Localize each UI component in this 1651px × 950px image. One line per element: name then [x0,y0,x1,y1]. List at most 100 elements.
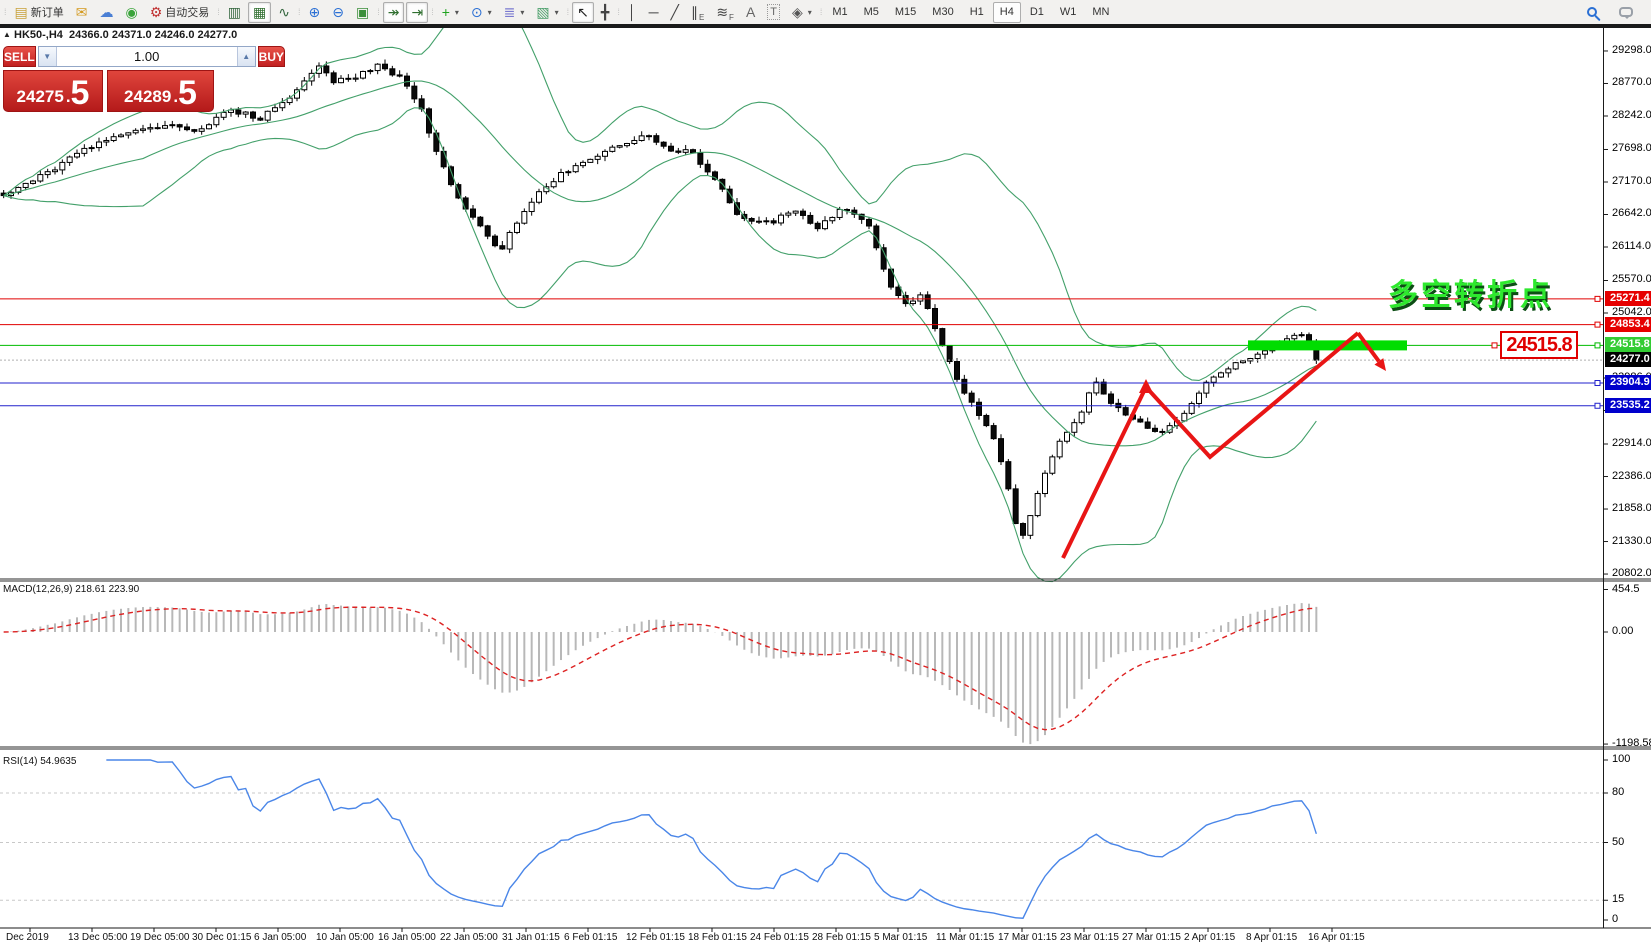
channel-icon-sub: E [698,12,705,22]
arrows-button[interactable]: ◈ ▾ [787,2,817,23]
channel-icon: ∥ [690,4,698,20]
price-axis-tick: 21858.0 [1612,502,1651,515]
line-chart-button[interactable]: ∿ [273,2,295,23]
zoom-in-icon: ⊕ [308,4,321,20]
rsi-indicator-label: RSI(14) 54.9635 [3,756,76,767]
zoom-out-icon: ⊖ [332,4,344,20]
timeframe-m5[interactable]: M5 [857,2,886,23]
tile-windows-button[interactable]: ▣ [351,2,374,23]
chevron-down-icon: ▾ [554,7,559,17]
indicators-button[interactable]: ≣ ▾ [499,2,530,23]
time-axis-label: 18 Feb 01:15 [688,932,747,943]
text-button[interactable]: A [741,2,760,23]
fibonacci-icon: ≋ [716,4,729,20]
chat-button[interactable] [1614,2,1638,23]
price-axis-tick: 22386.0 [1612,469,1651,482]
time-axis-label: 5 Mar 01:15 [874,932,928,943]
rsi-axis-tick: 15 [1612,893,1625,906]
text-icon: A [745,4,756,20]
timeframe-h1[interactable]: H1 [963,2,991,23]
template-icon: ▧ [536,4,550,20]
timeframe-w1[interactable]: W1 [1053,2,1084,23]
crosshair-icon: ╋ [600,4,610,20]
fibonacci-icon-sub: F [729,12,734,22]
price-axis-tick: 28242.0 [1612,108,1651,121]
price-badge-24277.0: 24277.0 [1605,352,1651,368]
auto-trading-button[interactable]: ⚙ 自动交易 [145,2,215,23]
bars-icon: ▥ [227,4,242,20]
timeframe-m15[interactable]: M15 [888,2,923,23]
buy-button[interactable]: BUY [257,46,286,67]
chevron-down-icon: ▾ [454,7,459,17]
buy-price-int: 24289 [124,87,172,106]
periods-button[interactable]: ⊙ ▾ [466,2,497,23]
vertical-line-button[interactable]: │ [623,2,642,23]
candlestick-chart-button[interactable]: ▦ [248,1,272,23]
price-axis-tick: 20802.0 [1612,567,1651,580]
fibonacci-button[interactable]: ≋ F [711,2,739,23]
price-axis-tick: 21330.0 [1612,534,1651,547]
chat-icon [1619,7,1633,19]
toolbar-grip: ⁞ [377,7,379,17]
buy-price-display[interactable]: 24289. 5 [107,70,214,112]
timeframe-d1[interactable]: D1 [1023,2,1051,23]
auto-scroll-icon: ↠ [387,4,400,20]
search-icon [1587,7,1597,17]
chart-ohlc-header: HK50-,H4 24366.0 24371.0 24246.0 24277.0 [14,29,237,41]
toolbar-right-group [1581,2,1649,23]
timeframe-m1[interactable]: M1 [825,2,854,23]
text-label-button[interactable]: T [762,2,785,23]
timeframe-mn[interactable]: MN [1085,2,1116,23]
new-order-button[interactable]: ▤ 新订单 [10,2,69,23]
volume-increase-button[interactable]: ▲ [236,47,255,66]
price-axis-tick: 27170.0 [1612,174,1651,187]
time-axis-label: 22 Jan 05:00 [440,932,498,943]
rsi-axis-tick: 50 [1612,835,1625,848]
timeframe-h4[interactable]: H4 [992,1,1021,23]
macd-axis-tick: 0.00 [1612,625,1634,637]
sell-price-display[interactable]: 24275. 5 [3,70,103,112]
price-badge-23535.2: 23535.2 [1605,397,1651,413]
price-axis-tick: 28770.0 [1612,76,1651,89]
new-chart-button[interactable]: + ▾ [437,2,464,23]
community-button[interactable]: ☁ [94,2,118,23]
toolbar-grip: ⁞ [819,7,822,17]
horizontal-line-button[interactable]: ─ [644,2,664,23]
buy-price-big-digit: 5 [178,74,197,112]
auto-scroll-button[interactable]: ↠ [382,1,405,23]
key-level-price-label[interactable]: 24515.8 [1500,331,1578,359]
alerts-button[interactable]: ✉ [71,2,93,23]
vline-icon: │ [627,4,637,20]
toolbar-grip: ⁞ [566,7,569,17]
sell-button[interactable]: SELL [3,46,36,67]
chart-plot-area[interactable] [0,26,1651,950]
price-axis-tick: 27698.0 [1612,142,1651,155]
price-axis-tick: 26642.0 [1612,207,1651,220]
mt4-application: ⁞ ▤ 新订单 ✉ ☁ ◉ ⚙ 自动交易 ⁞ ▥ ▦ ∿ ⁞ ⊕ ⊖ ▣ ⁞ ↠ ⇥ ⁞ + ▾ ⊙ ▾ ≣ ▾ ▧ ▾ ⁞ ↖ ╋ ⁞ │ ─ ╱… [0,0,1651,950]
zoom-out-button[interactable]: ⊖ [327,2,349,23]
bull-bear-turning-point-annotation[interactable]: 多空转折点 [1388,270,1553,314]
signals-button[interactable]: ◉ [120,2,142,23]
one-click-collapse-arrow[interactable]: ▲ [3,30,11,39]
timeframe-m30[interactable]: M30 [925,2,960,23]
chart-shift-button[interactable]: ⇥ [406,1,429,23]
macd-axis-tick: -1198.58 [1612,737,1651,750]
zoom-in-button[interactable]: ⊕ [304,2,326,23]
crosshair-button[interactable]: ╋ [596,2,614,23]
indicators-icon: ≣ [503,4,516,20]
rsi-name: RSI(14) [3,756,38,767]
trendline-button[interactable]: ╱ [666,2,684,23]
volume-input[interactable] [56,47,237,66]
search-button[interactable] [1582,2,1602,23]
volume-decrease-button[interactable]: ▼ [38,47,57,66]
channel-button[interactable]: ∥ E [686,2,709,23]
sell-price-big-digit: 5 [70,74,90,112]
time-axis-label: 13 Dec 05:00 [68,932,128,943]
bars-chart-button[interactable]: ▥ [223,2,246,23]
chevron-down-icon: ▾ [807,7,812,17]
templates-button[interactable]: ▧ ▾ [531,2,563,23]
price-axis-tick: 22914.0 [1612,437,1651,449]
key-zone-highlight[interactable] [1248,340,1407,351]
macd-name: MACD(12,26,9) [3,584,73,595]
cursor-button[interactable]: ↖ [572,1,594,23]
